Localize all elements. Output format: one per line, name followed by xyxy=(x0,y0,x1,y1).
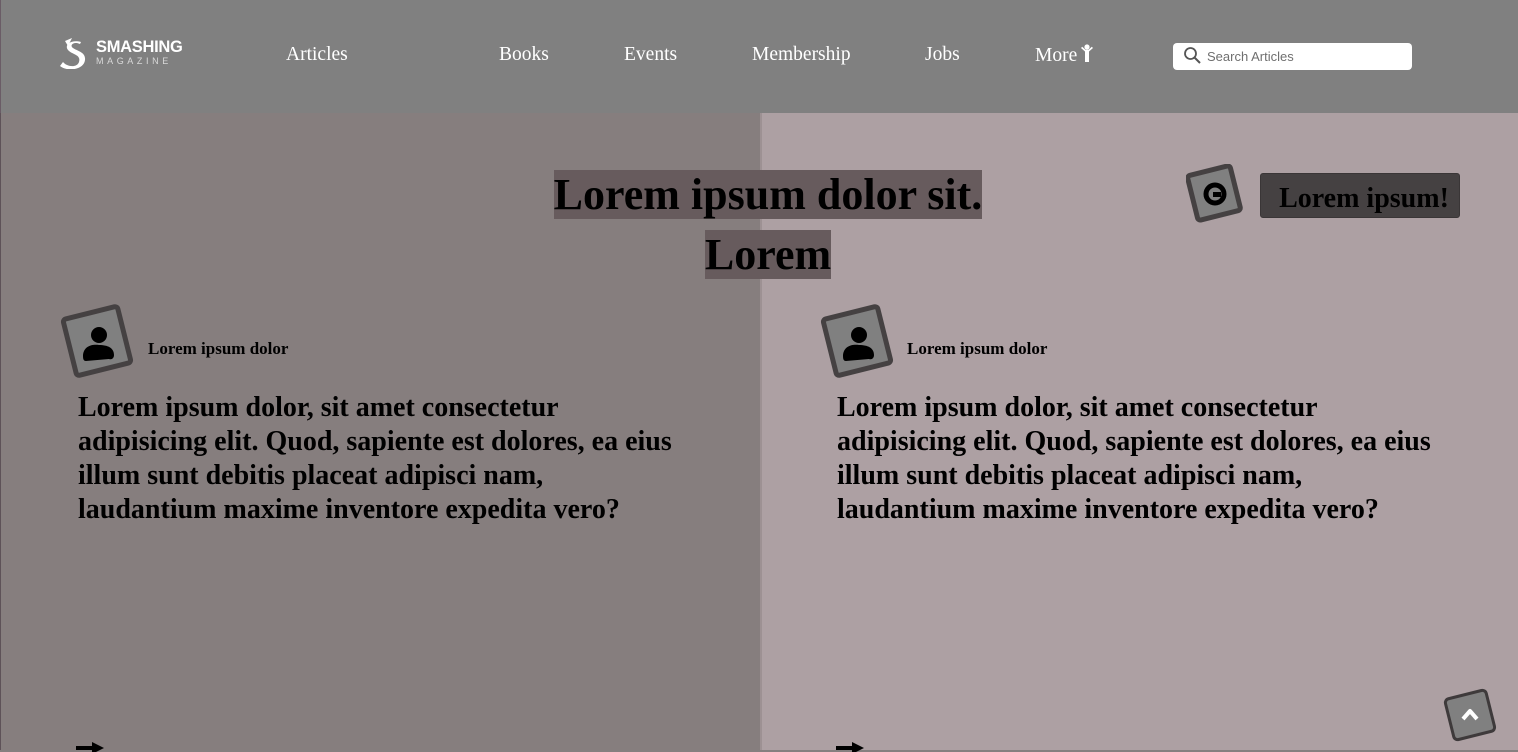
logo-text: SMASHING MAGAZINE xyxy=(96,38,183,66)
logo-name: SMASHING xyxy=(96,38,183,56)
card-body: Lorem ipsum dolor, sit amet consectetur … xyxy=(78,392,672,525)
scroll-to-top-button[interactable] xyxy=(1442,688,1498,742)
nav-events[interactable]: Events xyxy=(624,44,677,66)
search-box xyxy=(1173,43,1412,70)
nav-books[interactable]: Books xyxy=(499,44,549,66)
headline-line-2: Lorem xyxy=(704,230,832,279)
nav-more[interactable]: More xyxy=(1035,44,1094,67)
nav-articles[interactable]: Articles xyxy=(286,44,348,66)
headline-line-1: Lorem ipsum dolor sit. xyxy=(553,170,983,219)
person-arms-up-icon xyxy=(1081,44,1094,62)
card-body: Lorem ipsum dolor, sit amet consectetur … xyxy=(837,392,1431,525)
nav-membership[interactable]: Membership xyxy=(752,44,851,66)
badge-icon[interactable] xyxy=(1186,164,1244,224)
nav-jobs[interactable]: Jobs xyxy=(925,44,960,66)
author-avatar-icon xyxy=(60,304,134,378)
arrow-right-icon[interactable] xyxy=(836,742,864,752)
nav-more-label: More xyxy=(1035,45,1078,66)
logo-subtitle: MAGAZINE xyxy=(96,55,172,66)
card-author: Lorem ipsum dolor xyxy=(148,339,289,358)
search-input[interactable] xyxy=(1207,46,1403,67)
top-navigation: SMASHING MAGAZINE Articles Books Events … xyxy=(0,0,1518,113)
author-avatar-icon xyxy=(820,304,894,378)
arrow-right-icon[interactable] xyxy=(76,742,104,752)
smashing-logo-icon xyxy=(60,38,86,69)
card-author: Lorem ipsum dolor xyxy=(907,339,1048,358)
search-icon[interactable] xyxy=(1183,46,1202,65)
badge-button[interactable]: Lorem ipsum! xyxy=(1260,173,1460,218)
smashing-logo[interactable]: SMASHING MAGAZINE xyxy=(58,38,183,69)
hero-headline: Lorem ipsum dolor sit. Lorem xyxy=(470,165,1066,285)
